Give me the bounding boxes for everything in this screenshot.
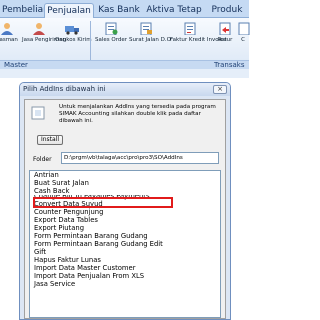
ribbon-button-label: Jasa Pengiriman bbox=[22, 37, 66, 43]
tab-penjualan[interactable]: Penjualan bbox=[44, 3, 94, 18]
addins-dialog: Pilih AddIns dibawah ini × Untuk menjala… bbox=[19, 82, 231, 320]
ribbon-button-label: Retur bbox=[217, 37, 233, 43]
tab-kas-bank[interactable]: Kas Bank bbox=[97, 3, 141, 18]
ribbon-button-c[interactable]: C bbox=[236, 22, 250, 43]
list-item[interactable]: Hapus Faktur Lunas bbox=[30, 256, 220, 264]
person-icon bbox=[33, 23, 45, 35]
ribbon-button-surat-jalan[interactable]: Surat Jalan D.O bbox=[129, 22, 171, 43]
document-icon bbox=[105, 22, 118, 35]
info-icon bbox=[31, 106, 45, 120]
list-item[interactable]: Form Permintaan Barang Gudang bbox=[30, 232, 220, 240]
list-item[interactable]: Export Piutang bbox=[30, 224, 220, 232]
list-item[interactable]: Buat Surat Jalan bbox=[30, 179, 220, 187]
ribbon-button-jasa-pengiriman[interactable]: Jasa Pengiriman bbox=[22, 22, 66, 43]
tab-pembelian[interactable]: Pembelian bbox=[2, 3, 49, 18]
list-item[interactable]: Export Data Tables bbox=[30, 216, 220, 224]
info-text: Untuk menjalankan AddIns yang tersedia p… bbox=[59, 104, 216, 124]
ribbon-button-label: easman bbox=[0, 37, 18, 43]
list-item[interactable]: Gift bbox=[30, 248, 220, 256]
list-item[interactable]: Cash Back bbox=[30, 187, 220, 195]
dialog-title: Pilih AddIns dibawah ini bbox=[23, 85, 106, 93]
group-label-transaksi: Transaks bbox=[214, 61, 245, 69]
ribbon-tab-bar: Pembelian Penjualan Kas Bank Aktiva Teta… bbox=[0, 0, 249, 18]
list-item[interactable]: Counter Pengunjung bbox=[30, 208, 220, 216]
list-item[interactable]: Jasa Service bbox=[30, 280, 220, 288]
ribbon-button-label: Sales Order bbox=[94, 37, 128, 43]
group-label-master: Master bbox=[4, 61, 28, 69]
list-item[interactable]: Antrian bbox=[30, 171, 220, 179]
addins-list[interactable]: Antrian Buat Surat Jalan Cash Back Change B… bbox=[29, 170, 221, 318]
group-separator bbox=[90, 21, 91, 65]
ribbon-button-ongkos-kirim[interactable]: Ongkos Kirim bbox=[55, 22, 92, 43]
tab-produk[interactable]: Produk bbox=[207, 3, 247, 18]
dialog-title-bar[interactable]: Pilih AddIns dibawah ini × bbox=[20, 83, 230, 96]
person-icon bbox=[1, 23, 13, 35]
ribbon-button-faktur-kredit-invoice[interactable]: Faktur Kredit Invoice bbox=[170, 22, 227, 43]
folder-path-field[interactable]: D:\prgm\vb\talaga\acc\pro\pro3\SO\AddIns bbox=[61, 152, 219, 164]
ribbon-button-retur[interactable]: Retur bbox=[212, 22, 238, 43]
tab-aktiva-tetap[interactable]: Aktiva Tetap bbox=[144, 3, 204, 18]
ribbon-button-sales-order[interactable]: Sales Order bbox=[94, 22, 128, 43]
ribbon-button-label: C bbox=[241, 37, 245, 43]
return-icon bbox=[219, 22, 231, 35]
document-icon bbox=[238, 22, 250, 35]
install-button[interactable]: Install bbox=[37, 135, 63, 145]
ribbon: Pembelian Penjualan Kas Bank Aktiva Teta… bbox=[0, 0, 250, 78]
document-icon bbox=[184, 22, 196, 35]
ribbon-button-label: Ongkos Kirim bbox=[55, 37, 92, 43]
list-item[interactable]: Convert Data Suyud bbox=[30, 200, 220, 208]
close-button[interactable]: × bbox=[213, 85, 227, 94]
list-item[interactable]: Import Data Master Customer bbox=[30, 264, 220, 272]
ribbon-group-footer: Master Transaks bbox=[0, 60, 249, 69]
list-item[interactable]: Import Data Penjualan From XLS bbox=[30, 272, 220, 280]
delivery-icon bbox=[65, 26, 79, 35]
ribbon-button-label: Surat Jalan D.O bbox=[129, 37, 171, 43]
document-icon bbox=[140, 22, 152, 35]
list-item[interactable]: Form Permintaan Barang Gudang Edit bbox=[30, 240, 220, 248]
folder-label: Folder bbox=[33, 156, 52, 163]
addins-list-items: Antrian Buat Surat Jalan Cash Back Change B… bbox=[30, 171, 220, 288]
dialog-content: Untuk menjalankan AddIns yang tersedia p… bbox=[24, 99, 226, 319]
ribbon-button-label: Faktur Kredit Invoice bbox=[170, 37, 227, 43]
ribbon-button-salesman[interactable]: easman bbox=[0, 22, 24, 43]
